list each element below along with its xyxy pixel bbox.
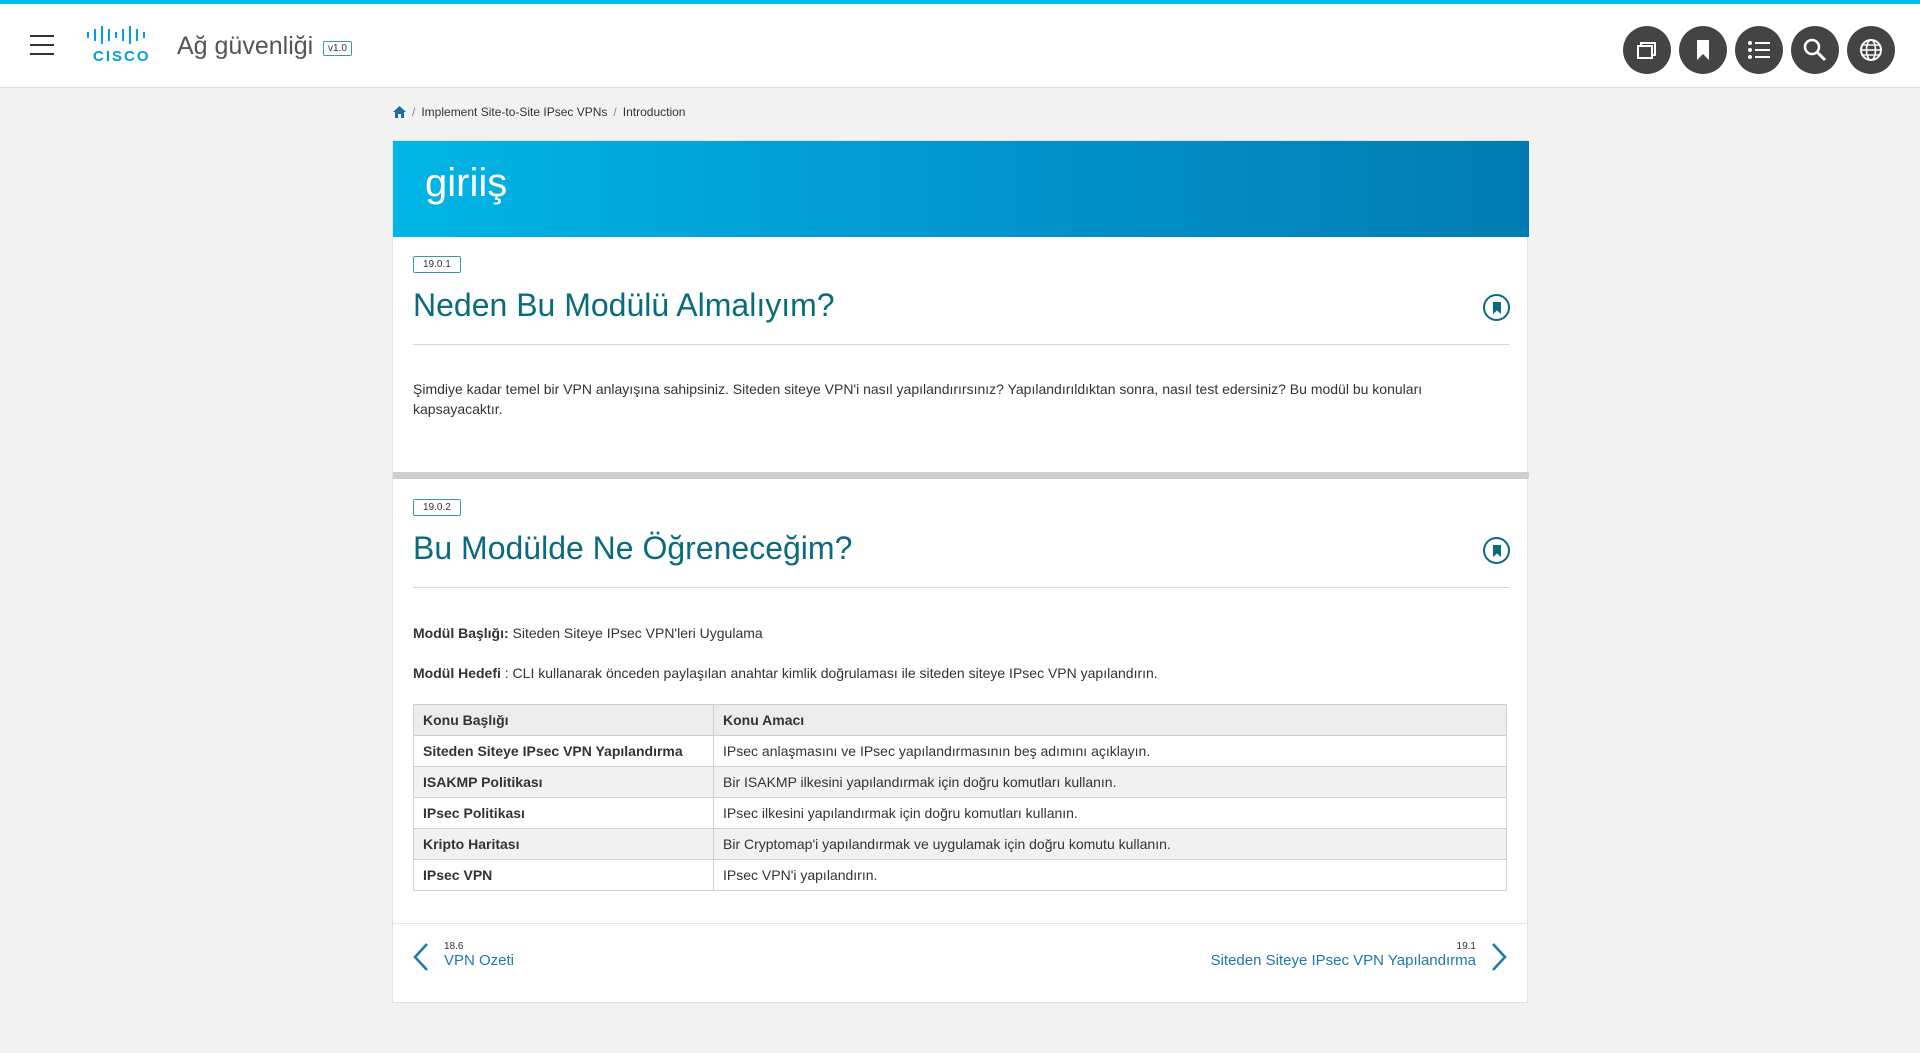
prev-page-label: VPN Ozeti (444, 952, 515, 969)
section-number-badge: 19.0.1 (413, 256, 461, 273)
topics-table: Konu Başlığı Konu Amacı Siteden Siteye I… (413, 704, 1507, 891)
breadcrumb-separator: / (613, 105, 617, 119)
table-cell-topic: ISAKMP Politikası (413, 766, 714, 798)
content-panel: giriiş 19.0.1 Neden Bu Modülü Almalıyım?… (392, 140, 1529, 1003)
search-icon (1803, 38, 1827, 62)
app-header: CISCO Ağ güvenliği v1.0 (0, 4, 1920, 88)
next-page-label: Siteden Siteye IPsec VPN Yapılandırma (1210, 952, 1476, 969)
module-goal-label: Modül Hedefi (413, 665, 501, 681)
home-icon[interactable] (393, 106, 406, 118)
section-rule (413, 587, 1509, 588)
table-row: IPsec VPN IPsec VPN'i yapılandırın. (413, 859, 1507, 891)
module-title-value: Siteden Siteye IPsec VPN'leri Uygulama (508, 625, 763, 641)
chevron-left-icon (413, 943, 428, 971)
breadcrumb-separator: / (412, 105, 416, 119)
module-goal-line: Modül Hedefi : CLI kullanarak önceden pa… (413, 663, 1509, 683)
module-goal-value: : CLI kullanarak önceden paylaşılan anah… (500, 665, 1158, 681)
section-title: Bu Modülde Ne Öğreneceğim? (413, 530, 853, 566)
app-title: Ağ güvenliği (177, 32, 314, 60)
table-cell-topic: IPsec Politikası (413, 797, 714, 829)
bookmark-icon (1697, 40, 1709, 60)
table-cell-objective: IPsec VPN'i yapılandırın. (713, 859, 1507, 891)
pages-icon (1637, 42, 1656, 59)
page-title: giriiş (425, 161, 508, 205)
table-header-row: Konu Başlığı Konu Amacı (413, 704, 1507, 736)
bookmark-button[interactable] (1483, 294, 1510, 321)
table-cell-objective: IPsec ilkesini yapılandırmak için doğru … (713, 797, 1507, 829)
table-row: Siteden Siteye IPsec VPN Yapılandırma IP… (413, 735, 1507, 767)
next-page-link[interactable]: 19.1 Siteden Siteye IPsec VPN Yapılandır… (1187, 941, 1507, 973)
toc-button[interactable] (1735, 26, 1783, 74)
cisco-logo[interactable]: CISCO (87, 26, 159, 70)
version-badge: v1.0 (323, 41, 352, 56)
table-header: Konu Başlığı (413, 704, 714, 736)
table-row: IPsec Politikası IPsec ilkesini yapıland… (413, 797, 1507, 829)
section-body: Şimdiye kadar temel bir VPN anlayışına s… (413, 381, 1423, 417)
prev-page-number: 18.6 (444, 941, 464, 952)
table-cell-objective: Bir ISAKMP ilkesini yapılandırmak için d… (713, 766, 1507, 798)
pages-button[interactable] (1623, 26, 1671, 74)
module-title-line: Modül Başlığı: Siteden Siteye IPsec VPN'… (413, 623, 1509, 643)
bookmarks-button[interactable] (1679, 26, 1727, 74)
logo-text: CISCO (93, 48, 151, 65)
chevron-right-icon (1492, 943, 1507, 971)
table-cell-topic: Siteden Siteye IPsec VPN Yapılandırma (413, 735, 714, 767)
breadcrumb-item-current: Introduction (622, 105, 686, 119)
bookmark-icon (1492, 544, 1501, 557)
bookmark-button[interactable] (1483, 537, 1510, 564)
table-cell-objective: IPsec anlaşmasını ve IPsec yapılandırmas… (713, 735, 1507, 767)
menu-icon[interactable] (30, 35, 54, 55)
table-header: Konu Amacı (713, 704, 1507, 736)
breadcrumb-item-module[interactable]: Implement Site-to-Site IPsec VPNs (421, 105, 607, 119)
search-button[interactable] (1791, 26, 1839, 74)
next-page-number: 19.1 (1456, 941, 1476, 952)
table-cell-topic: IPsec VPN (413, 859, 714, 891)
section-title: Neden Bu Modülü Almalıyım? (413, 287, 835, 323)
list-icon (1748, 41, 1770, 59)
section-rule (413, 344, 1509, 345)
section-number-badge: 19.0.2 (413, 499, 461, 516)
globe-icon (1860, 39, 1882, 61)
footer-rule (393, 923, 1529, 924)
table-row: Kripto Haritası Bir Cryptomap'i yapıland… (413, 828, 1507, 860)
page-banner: giriiş (393, 141, 1529, 237)
table-row: ISAKMP Politikası Bir ISAKMP ilkesini ya… (413, 766, 1507, 798)
breadcrumb: / Implement Site-to-Site IPsec VPNs / In… (393, 105, 685, 119)
section-divider (393, 472, 1529, 479)
table-cell-objective: Bir Cryptomap'i yapılandırmak ve uygulam… (713, 828, 1507, 860)
table-cell-topic: Kripto Haritası (413, 828, 714, 860)
bookmark-icon (1492, 301, 1501, 314)
language-button[interactable] (1847, 26, 1895, 74)
module-title-label: Modül Başlığı: (413, 625, 509, 641)
